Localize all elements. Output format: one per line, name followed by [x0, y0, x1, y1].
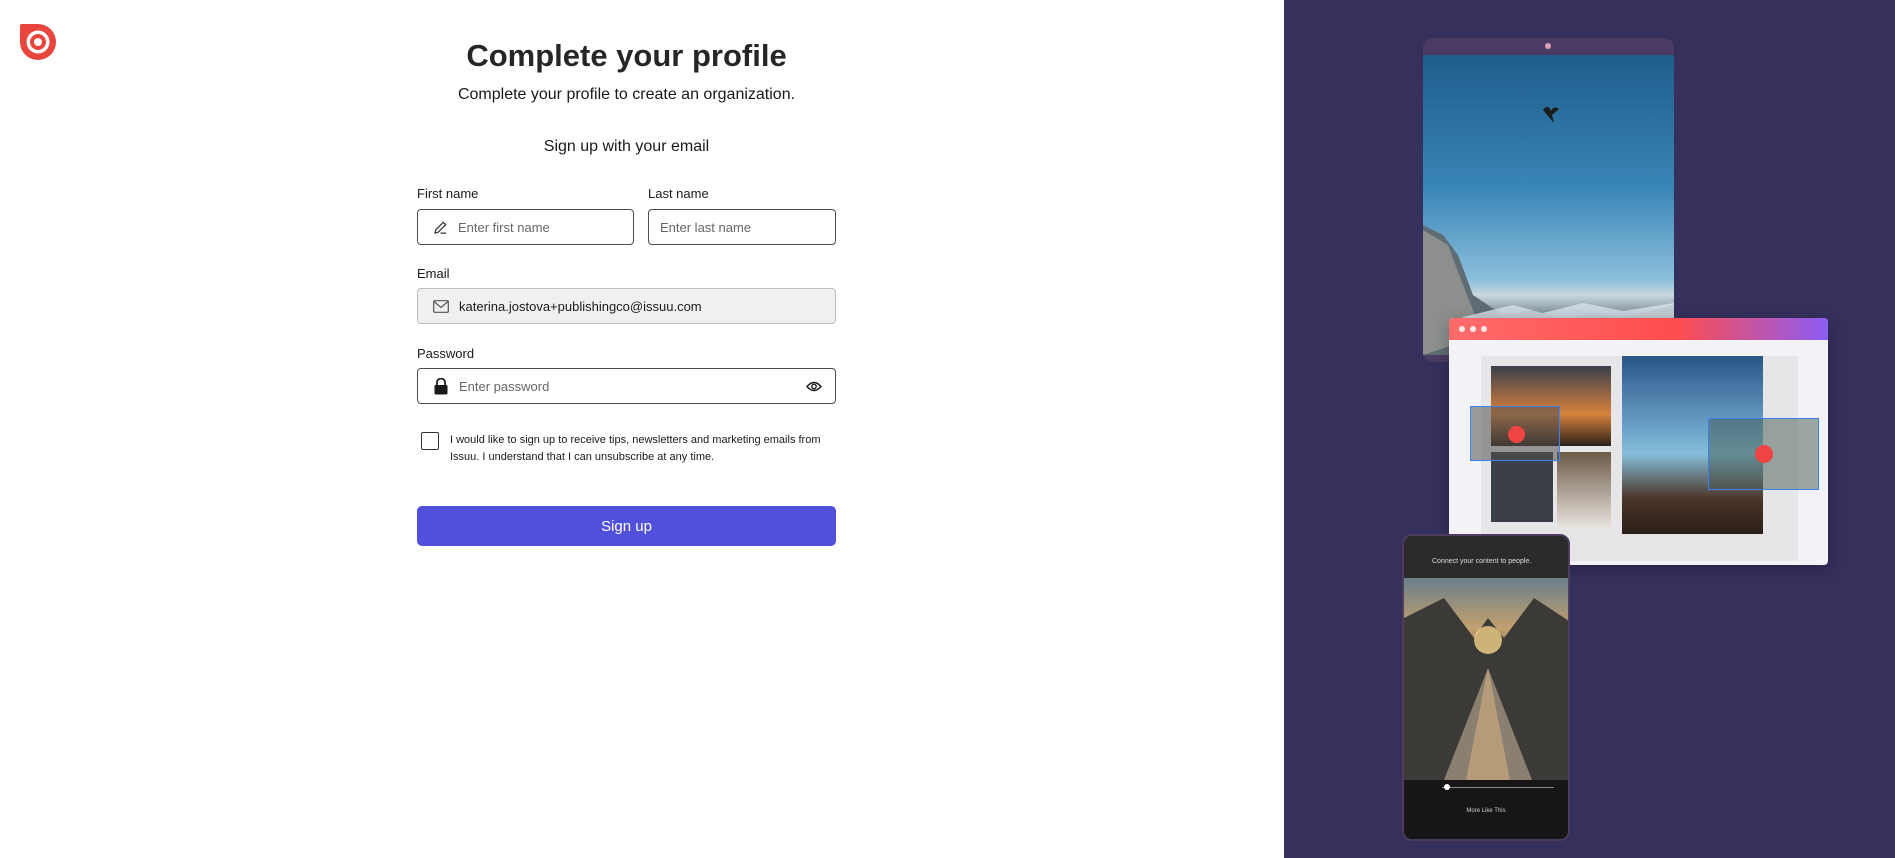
pencil-icon [433, 219, 448, 235]
section-title: Sign up with your email [543, 138, 710, 155]
first-name-field[interactable] [417, 209, 634, 245]
marketing-consent-checkbox[interactable] [421, 432, 439, 450]
password-label: Password [417, 346, 475, 361]
mountain-photo [1423, 55, 1674, 355]
window-dot [1470, 326, 1476, 332]
shop-hotspot [1470, 406, 1560, 461]
collage-page [1470, 356, 1819, 561]
progress-handle [1444, 784, 1450, 790]
lock-icon [433, 377, 449, 394]
eye-icon[interactable] [805, 377, 823, 395]
marketing-consent-label: I would like to sign up to receive tips,… [450, 434, 821, 463]
email-input[interactable] [459, 289, 835, 323]
email-label: Email [417, 266, 450, 281]
phone-header-text: Connect your content to people. [1432, 558, 1532, 565]
last-name-input[interactable] [649, 210, 836, 244]
signup-panel: Complete your profile Complete your prof… [0, 0, 1284, 858]
browser-toolbar [1449, 318, 1828, 340]
first-name-input[interactable] [458, 210, 634, 244]
last-name-label: Last name [648, 186, 709, 201]
browser-mockup-image [1449, 318, 1828, 565]
envelope-icon [433, 298, 449, 314]
person-photo [1491, 452, 1553, 522]
last-name-field[interactable] [648, 209, 836, 245]
illustration-panel: Connect your content to people. More Lik… [1284, 0, 1895, 858]
coffee-photo [1557, 452, 1611, 528]
sign-up-button[interactable]: Sign up [417, 506, 836, 546]
password-field[interactable] [417, 368, 836, 404]
page-title: Complete your profile [466, 38, 787, 73]
window-dot [1459, 326, 1465, 332]
password-input[interactable] [459, 369, 805, 403]
cart-icon [1508, 426, 1525, 443]
email-field[interactable] [417, 288, 836, 324]
phone-header: Connect your content to people. [1404, 536, 1568, 578]
tablet-mockup-image [1423, 38, 1674, 362]
more-like-this-label: More Like This [1466, 808, 1506, 814]
play-icon [1755, 445, 1773, 463]
page-subtitle: Complete your profile to create an organ… [457, 86, 796, 103]
phone-mockup-image: Connect your content to people. More Lik… [1402, 534, 1570, 841]
video-hotspot [1708, 418, 1819, 490]
bridge-photo [1404, 578, 1568, 780]
progress-track [1442, 787, 1554, 788]
first-name-label: First name [417, 186, 479, 201]
issuu-logo-icon[interactable] [18, 22, 58, 62]
tablet-camera [1545, 43, 1551, 49]
window-dot [1481, 326, 1487, 332]
